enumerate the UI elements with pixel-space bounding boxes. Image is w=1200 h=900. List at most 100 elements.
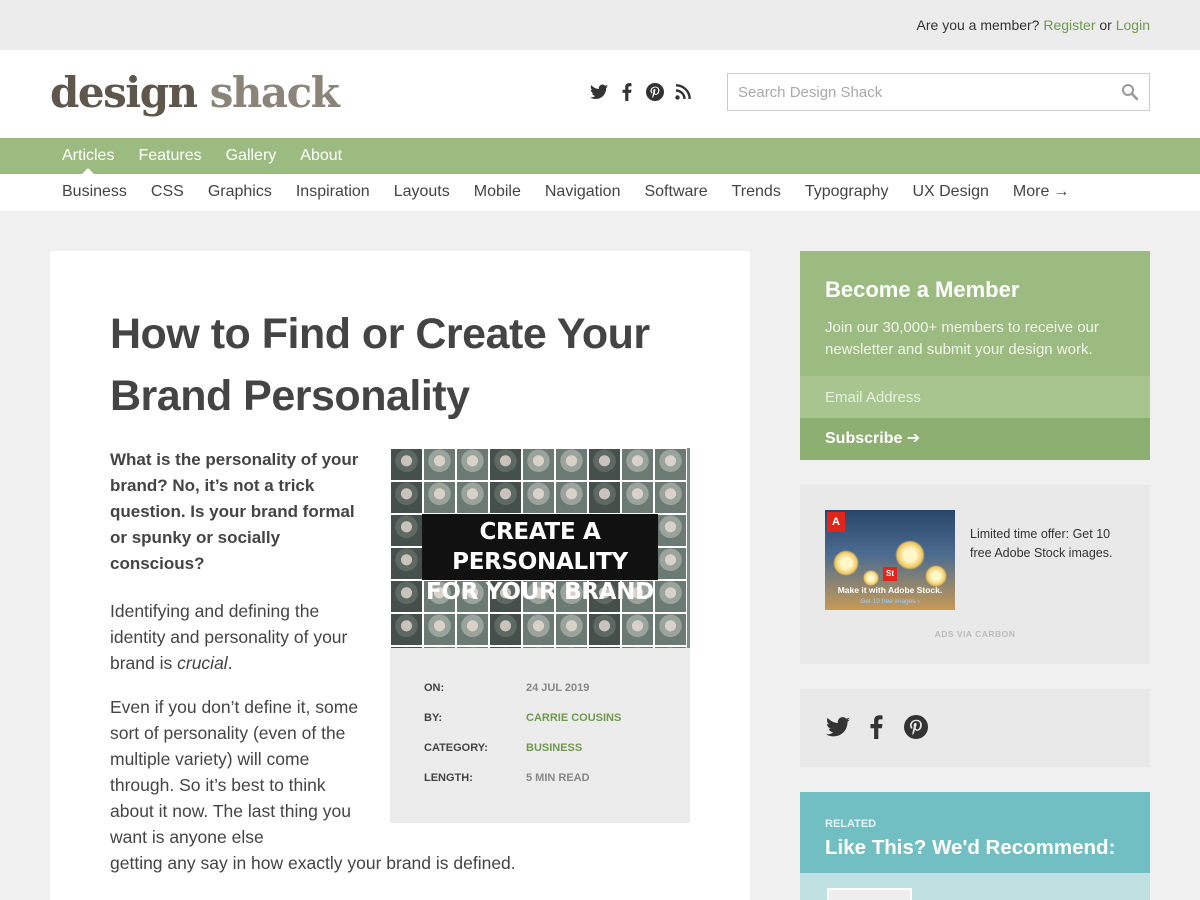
hero-banner: CREATE A PERSONALITY FOR YOUR BRAND bbox=[422, 514, 658, 605]
category-nav: Business CSS Graphics Inspiration Layout… bbox=[0, 174, 1200, 211]
ad-image-caption: Make it with Adobe Stock. bbox=[837, 585, 943, 595]
nav-item-about[interactable]: About bbox=[288, 138, 354, 174]
related-title: Like This? We'd Recommend: bbox=[825, 836, 1116, 859]
meta-label-on: ON: bbox=[424, 682, 445, 694]
email-field[interactable] bbox=[800, 376, 1150, 418]
paragraph-2-tail: getting any say in how exactly your bran… bbox=[110, 853, 516, 873]
search-box bbox=[727, 73, 1150, 111]
facebook-icon[interactable] bbox=[618, 82, 636, 102]
ad-text-link[interactable]: Limited time offer: Get 10 free Adobe St… bbox=[970, 525, 1130, 563]
register-link[interactable]: Register bbox=[1043, 17, 1095, 33]
ad-image[interactable]: A St Make it with Adobe Stock. Get 10 fr… bbox=[825, 510, 955, 610]
portrait-tile bbox=[390, 613, 423, 646]
portrait-tile bbox=[555, 481, 588, 514]
logo-part-design: design bbox=[50, 68, 198, 117]
hero-line-1: CREATE A PERSONALITY bbox=[452, 519, 628, 575]
meta-date: 24 JUL 2019 bbox=[526, 682, 590, 694]
portrait-tile bbox=[654, 514, 687, 547]
header-social-links bbox=[590, 82, 692, 102]
portrait-tile bbox=[654, 448, 687, 481]
arrow-right-icon: → bbox=[1053, 183, 1070, 200]
portrait-tile bbox=[654, 481, 687, 514]
pinterest-icon[interactable] bbox=[903, 714, 928, 739]
related-label: RELATED bbox=[825, 818, 877, 830]
carbon-ad: A St Make it with Adobe Stock. Get 10 fr… bbox=[800, 485, 1150, 664]
or-text: or bbox=[1099, 17, 1112, 33]
article-hero-image: CREATE A PERSONALITY FOR YOUR BRAND bbox=[390, 448, 690, 648]
category-navigation[interactable]: Navigation bbox=[533, 174, 633, 210]
membership-description: Join our 30,000+ members to receive our … bbox=[825, 319, 1099, 358]
portrait-tile bbox=[621, 481, 654, 514]
portrait-tile bbox=[522, 448, 555, 481]
hero-line-2: FOR YOUR BRAND bbox=[426, 579, 654, 605]
login-link[interactable]: Login bbox=[1116, 17, 1150, 33]
portrait-tile bbox=[621, 448, 654, 481]
category-mobile[interactable]: Mobile bbox=[462, 174, 533, 210]
top-bar: Are you a member? Register or Login bbox=[0, 0, 1200, 50]
site-header: design shack bbox=[0, 50, 1200, 138]
search-input[interactable] bbox=[728, 74, 1108, 110]
category-layouts[interactable]: Layouts bbox=[382, 174, 462, 210]
category-typography[interactable]: Typography bbox=[793, 174, 901, 210]
category-graphics[interactable]: Graphics bbox=[196, 174, 284, 210]
category-css[interactable]: CSS bbox=[139, 174, 196, 210]
main-nav: Articles Features Gallery About bbox=[0, 138, 1200, 174]
site-logo[interactable]: design shack bbox=[50, 68, 340, 117]
category-inspiration[interactable]: Inspiration bbox=[284, 174, 382, 210]
nav-item-articles[interactable]: Articles bbox=[50, 138, 126, 174]
subscribe-button[interactable]: Subscribe ➔ bbox=[800, 418, 1150, 460]
facebook-icon[interactable] bbox=[864, 714, 889, 739]
nav-item-features[interactable]: Features bbox=[126, 138, 213, 174]
portrait-tile bbox=[390, 481, 423, 514]
share-links bbox=[800, 689, 1150, 767]
category-ux-design[interactable]: UX Design bbox=[900, 174, 1000, 210]
membership-title: Become a Member bbox=[825, 277, 1020, 302]
pinterest-icon[interactable] bbox=[646, 82, 664, 102]
nav-item-gallery[interactable]: Gallery bbox=[214, 138, 289, 174]
search-icon[interactable] bbox=[1121, 83, 1139, 101]
portrait-tile bbox=[654, 613, 687, 646]
paragraph-1-emphasis: crucial bbox=[177, 653, 228, 673]
portrait-tile bbox=[588, 481, 621, 514]
category-more[interactable]: More → bbox=[1001, 174, 1081, 210]
category-business[interactable]: Business bbox=[50, 174, 139, 210]
meta-label-by: BY: bbox=[424, 712, 443, 724]
portrait-tile bbox=[456, 448, 489, 481]
ads-via-carbon-link[interactable]: ADS VIA CARBON bbox=[800, 629, 1150, 639]
article-paragraph-1: Identifying and defining the identity an… bbox=[110, 598, 370, 676]
ad-lantern bbox=[895, 540, 925, 570]
meta-author-link[interactable]: CARRIE COUSINS bbox=[526, 712, 621, 724]
portrait-tile bbox=[423, 448, 456, 481]
meta-category-link[interactable]: BUSINESS bbox=[526, 742, 582, 754]
portrait-tile bbox=[621, 613, 654, 646]
ad-image-subcaption: Get 10 free images › bbox=[860, 598, 920, 605]
article-lede: What is the personality of your brand? N… bbox=[110, 450, 359, 573]
portrait-tile bbox=[588, 448, 621, 481]
article-title: How to Find or Create Your Brand Persona… bbox=[110, 310, 650, 420]
twitter-icon[interactable] bbox=[590, 82, 608, 102]
portrait-tile bbox=[654, 547, 687, 580]
category-software[interactable]: Software bbox=[632, 174, 719, 210]
portrait-tile bbox=[489, 481, 522, 514]
paragraph-1-end: . bbox=[227, 653, 233, 673]
meta-label-length: LENGTH: bbox=[424, 772, 473, 784]
portrait-tile bbox=[588, 613, 621, 646]
portrait-tile bbox=[390, 580, 423, 613]
meta-label-category: CATEGORY: bbox=[424, 742, 488, 754]
member-prompt: Are you a member? Register or Login bbox=[917, 17, 1150, 33]
portrait-tile bbox=[489, 613, 522, 646]
portrait-tile bbox=[654, 580, 687, 613]
portrait-tile bbox=[390, 514, 423, 547]
meta-length: 5 MIN READ bbox=[526, 772, 590, 784]
twitter-icon[interactable] bbox=[825, 714, 850, 739]
related-post-thumbnail[interactable] bbox=[827, 888, 912, 900]
paragraph-2-wrapped-text: Even if you don’t define it, some sort o… bbox=[110, 697, 359, 847]
portrait-tile bbox=[456, 613, 489, 646]
portrait-tile bbox=[456, 481, 489, 514]
portrait-tile bbox=[390, 448, 423, 481]
portrait-tile bbox=[390, 547, 423, 580]
adobe-logo-icon: A bbox=[827, 512, 845, 532]
category-trends[interactable]: Trends bbox=[720, 174, 793, 210]
portrait-tile bbox=[522, 613, 555, 646]
rss-icon[interactable] bbox=[674, 82, 692, 102]
